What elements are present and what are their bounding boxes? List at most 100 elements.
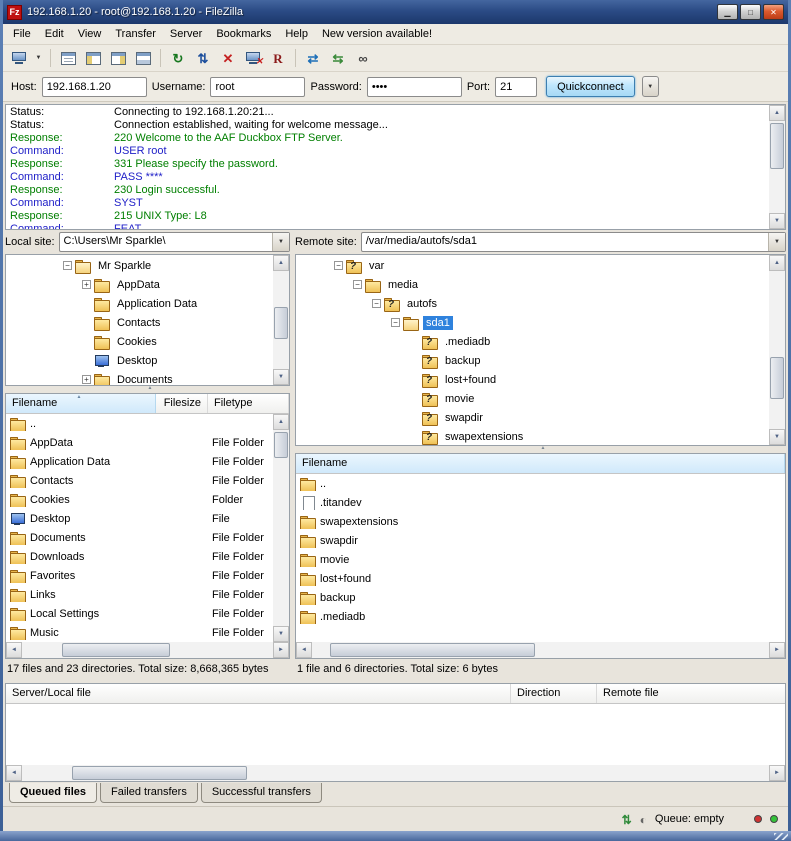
local-list-scrollbar[interactable]	[273, 414, 289, 642]
find-files-button[interactable]	[351, 47, 375, 69]
file-row[interactable]: ..	[6, 414, 273, 433]
tab-queued-files[interactable]: Queued files	[9, 783, 97, 803]
local-site-combo[interactable]: C:\Users\Mr Sparkle\	[59, 232, 290, 252]
toggle-log-button[interactable]	[56, 47, 80, 69]
scroll-left-arrow[interactable]	[6, 642, 22, 658]
column-header-remote-file[interactable]: Remote file	[597, 684, 785, 703]
scroll-down-arrow[interactable]	[273, 369, 289, 385]
tree-item[interactable]: Application Data	[6, 294, 273, 313]
maximize-button[interactable]	[740, 4, 761, 20]
quickconnect-button[interactable]: Quickconnect	[546, 76, 635, 97]
file-row[interactable]: .titandev	[296, 493, 785, 512]
scroll-thumb[interactable]	[274, 307, 288, 339]
minimize-button[interactable]	[717, 4, 738, 20]
file-row[interactable]: CookiesFolder	[6, 490, 273, 509]
remote-splitter[interactable]	[295, 446, 786, 453]
host-input[interactable]	[42, 77, 147, 97]
file-row[interactable]: movie	[296, 550, 785, 569]
collapse-icon[interactable]	[391, 318, 400, 327]
menu-view[interactable]: View	[71, 25, 109, 43]
tree-item[interactable]: var	[296, 256, 769, 275]
tree-item[interactable]: Mr Sparkle	[6, 256, 273, 275]
menu-transfer[interactable]: Transfer	[108, 25, 163, 43]
refresh-button[interactable]	[166, 47, 190, 69]
queue-body[interactable]	[6, 704, 785, 765]
sync-browsing-button[interactable]	[326, 47, 350, 69]
titlebar[interactable]: 192.168.1.20 - root@192.168.1.20 - FileZ…	[3, 0, 788, 24]
scroll-right-arrow[interactable]	[273, 642, 289, 658]
directory-compare-button[interactable]	[301, 47, 325, 69]
file-row[interactable]: LinksFile Folder	[6, 585, 273, 604]
tree-item[interactable]: AppData	[6, 275, 273, 294]
tree-item[interactable]: Documents	[6, 370, 273, 385]
menu-help[interactable]: Help	[278, 25, 315, 43]
file-row[interactable]: MusicFile Folder	[6, 623, 273, 642]
resize-grip[interactable]	[774, 833, 788, 840]
expand-icon[interactable]	[82, 375, 91, 384]
file-row[interactable]: ..	[296, 474, 785, 493]
scroll-up-arrow[interactable]	[769, 255, 785, 271]
log-scrollbar[interactable]	[769, 105, 785, 229]
scroll-right-arrow[interactable]	[769, 642, 785, 658]
scroll-thumb[interactable]	[330, 643, 535, 657]
local-list-hscrollbar[interactable]	[6, 642, 289, 658]
file-row[interactable]: Local SettingsFile Folder	[6, 604, 273, 623]
speed-limit-icon[interactable]	[640, 813, 647, 826]
tree-item[interactable]: backup	[296, 351, 769, 370]
scroll-up-arrow[interactable]	[769, 105, 785, 121]
file-row[interactable]: backup	[296, 588, 785, 607]
reconnect-button[interactable]	[266, 47, 290, 69]
site-manager-button[interactable]	[7, 47, 31, 69]
tree-item[interactable]: swapextensions	[296, 427, 769, 445]
scroll-left-arrow[interactable]	[6, 765, 22, 781]
tree-item[interactable]: movie	[296, 389, 769, 408]
toggle-remote-tree-button[interactable]	[106, 47, 130, 69]
scroll-thumb[interactable]	[770, 123, 784, 169]
port-input[interactable]	[495, 77, 537, 97]
menu-new-version[interactable]: New version available!	[315, 25, 439, 43]
file-row[interactable]: DownloadsFile Folder	[6, 547, 273, 566]
file-row[interactable]: Application DataFile Folder	[6, 452, 273, 471]
column-header-filesize[interactable]: Filesize	[156, 394, 208, 413]
column-header-direction[interactable]: Direction	[511, 684, 597, 703]
file-row[interactable]: AppDataFile Folder	[6, 433, 273, 452]
file-row[interactable]: ContactsFile Folder	[6, 471, 273, 490]
scroll-up-arrow[interactable]	[273, 255, 289, 271]
local-splitter[interactable]	[5, 386, 290, 393]
tree-item[interactable]: sda1	[296, 313, 769, 332]
combo-dropdown-icon[interactable]	[768, 233, 785, 251]
column-header-filetype[interactable]: Filetype	[208, 394, 289, 413]
remote-tree-scrollbar[interactable]	[769, 255, 785, 445]
tab-failed-transfers[interactable]: Failed transfers	[100, 783, 198, 803]
scroll-left-arrow[interactable]	[296, 642, 312, 658]
column-header-filename[interactable]: Filename	[296, 454, 785, 473]
file-row[interactable]: swapextensions	[296, 512, 785, 531]
collapse-icon[interactable]	[372, 299, 381, 308]
site-manager-dropdown[interactable]	[32, 47, 45, 69]
menu-edit[interactable]: Edit	[38, 25, 71, 43]
scroll-thumb[interactable]	[72, 766, 247, 780]
tree-item[interactable]: Contacts	[6, 313, 273, 332]
file-row[interactable]: .mediadb	[296, 607, 785, 626]
scroll-thumb[interactable]	[770, 357, 784, 399]
collapse-icon[interactable]	[63, 261, 72, 270]
tree-item[interactable]: autofs	[296, 294, 769, 313]
column-header-server-local-file[interactable]: Server/Local file	[6, 684, 511, 703]
collapse-icon[interactable]	[334, 261, 343, 270]
disconnect-button[interactable]	[241, 47, 265, 69]
tree-item[interactable]: Cookies	[6, 332, 273, 351]
scroll-down-arrow[interactable]	[273, 626, 289, 642]
scroll-right-arrow[interactable]	[769, 765, 785, 781]
process-queue-button[interactable]	[191, 47, 215, 69]
file-row[interactable]: FavoritesFile Folder	[6, 566, 273, 585]
scroll-down-arrow[interactable]	[769, 429, 785, 445]
tree-item[interactable]: lost+found	[296, 370, 769, 389]
local-tree-scrollbar[interactable]	[273, 255, 289, 385]
tree-item[interactable]: Desktop	[6, 351, 273, 370]
menu-bookmarks[interactable]: Bookmarks	[209, 25, 278, 43]
username-input[interactable]	[210, 77, 305, 97]
queue-hscrollbar[interactable]	[6, 765, 785, 781]
menu-server[interactable]: Server	[163, 25, 209, 43]
tree-item[interactable]: swapdir	[296, 408, 769, 427]
file-row[interactable]: swapdir	[296, 531, 785, 550]
